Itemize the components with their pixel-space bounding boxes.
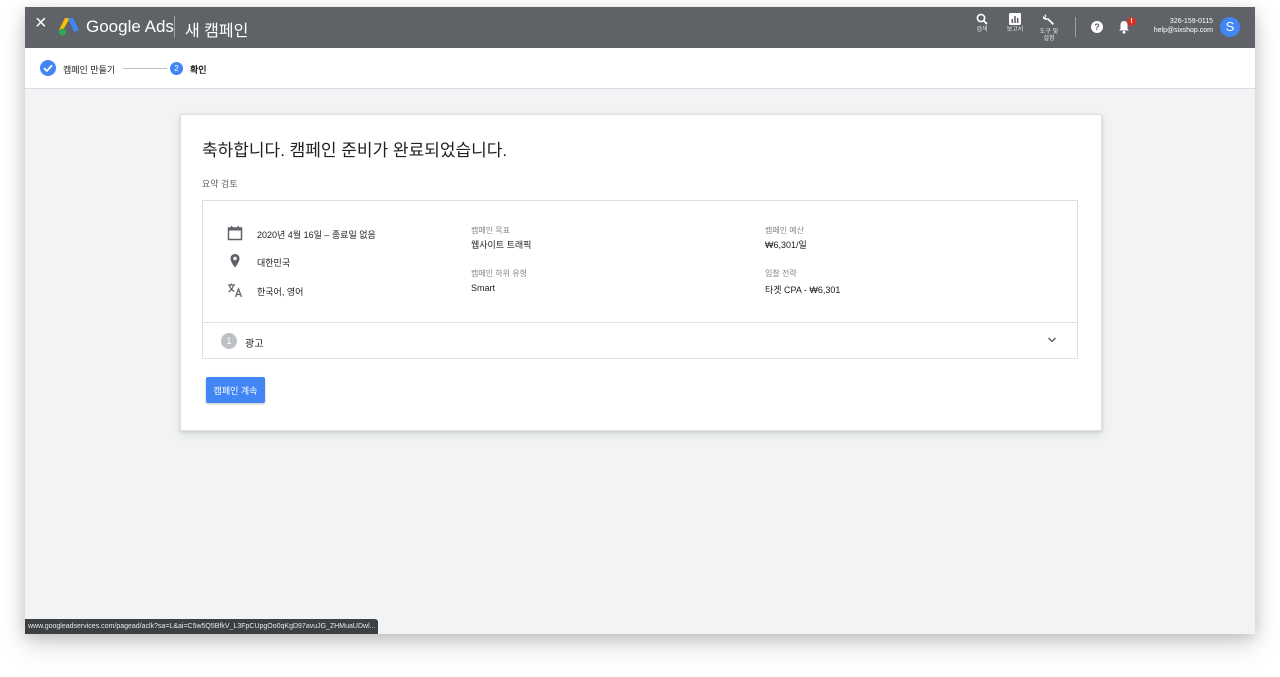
reports-tool-label: 보고서 xyxy=(1006,27,1024,33)
location-pin-icon xyxy=(230,254,240,268)
ads-section-label: 광고 xyxy=(245,339,264,350)
campaign-summary-panel: 2020년 4월 16일 – 종료일 없음 대한민국 한국어, 영어 캠페인 목… xyxy=(202,200,1078,359)
campaign-subtype-value: Smart xyxy=(471,283,496,293)
bidding-strategy-value: 타겟 CPA - ₩6,301 xyxy=(765,285,841,295)
calendar-icon xyxy=(227,226,243,241)
campaign-budget-label: 캠페인 예산 xyxy=(765,226,805,235)
continue-campaign-button[interactable]: 캠페인 계속 xyxy=(206,377,265,403)
app-window: × Google Ads 새 캠페인 검색 보고서 도구 및 설정 ? ! 32… xyxy=(25,7,1255,634)
google-ads-logo-icon xyxy=(59,18,79,36)
location-text: 대한민국 xyxy=(257,258,291,268)
search-icon xyxy=(976,13,988,25)
languages-text: 한국어, 영어 xyxy=(257,287,304,297)
step-create-campaign-label[interactable]: 캠페인 만들기 xyxy=(63,63,115,76)
step-complete-check-icon xyxy=(40,60,56,76)
close-icon[interactable]: × xyxy=(35,13,49,33)
campaign-budget-value: ₩6,301/일 xyxy=(765,240,807,250)
campaign-subtype-label: 캠페인 하위 유형 xyxy=(471,269,527,278)
campaign-goal-label: 캠페인 목표 xyxy=(471,226,511,235)
progress-stepper: 캠페인 만들기 2 확인 xyxy=(25,48,1255,89)
brand-divider xyxy=(174,16,175,38)
bidding-strategy-label: 입찰 전략 xyxy=(765,269,797,278)
chevron-down-icon[interactable] xyxy=(1047,336,1057,344)
campaign-goal-value: 웹사이트 트래픽 xyxy=(471,240,532,250)
stepper-connector xyxy=(123,68,167,69)
step-confirm-number: 2 xyxy=(170,62,183,75)
notification-badge: ! xyxy=(1127,17,1136,26)
help-icon[interactable]: ? xyxy=(1091,21,1103,33)
confirmation-title: 축하합니다. 캠페인 준비가 완료되었습니다. xyxy=(202,141,508,160)
reports-icon xyxy=(1009,13,1021,25)
avatar[interactable]: S xyxy=(1220,17,1240,37)
account-info[interactable]: 326-159-0115 help@sixshop.com xyxy=(1154,17,1213,35)
wrench-icon xyxy=(1042,14,1054,25)
status-bar-url: www.googleadservices.com/pagead/aclk?sa=… xyxy=(25,619,379,634)
ads-section-toggle[interactable]: 1 광고 xyxy=(203,322,1077,359)
reports-tool[interactable]: 보고서 xyxy=(997,13,1033,34)
summary-review-subtitle: 요약 검토 xyxy=(202,179,238,189)
account-email: help@sixshop.com xyxy=(1153,27,1213,34)
search-tool-label: 검색 xyxy=(976,27,988,33)
page-title: 새 캠페인 xyxy=(185,23,249,40)
brand-name: Google Ads xyxy=(86,17,174,36)
svg-text:?: ? xyxy=(1094,22,1100,32)
ads-section-number: 1 xyxy=(221,333,237,349)
account-id: 326-159-0115 xyxy=(1169,18,1213,25)
date-range-text: 2020년 4월 16일 – 종료일 없음 xyxy=(257,230,376,240)
tools-settings-tool-label: 도구 및 설정 xyxy=(1039,29,1059,42)
tools-settings-tool[interactable]: 도구 및 설정 xyxy=(1031,13,1067,43)
toolbar-divider xyxy=(1075,17,1076,37)
confirmation-card: 축하합니다. 캠페인 준비가 완료되었습니다. 요약 검토 2020년 4월 1… xyxy=(180,114,1102,431)
step-confirm-label: 확인 xyxy=(190,65,207,75)
translate-icon xyxy=(228,283,243,298)
top-bar: × Google Ads 새 캠페인 검색 보고서 도구 및 설정 ? ! 32… xyxy=(25,7,1255,48)
search-tool[interactable]: 검색 xyxy=(964,13,1000,34)
